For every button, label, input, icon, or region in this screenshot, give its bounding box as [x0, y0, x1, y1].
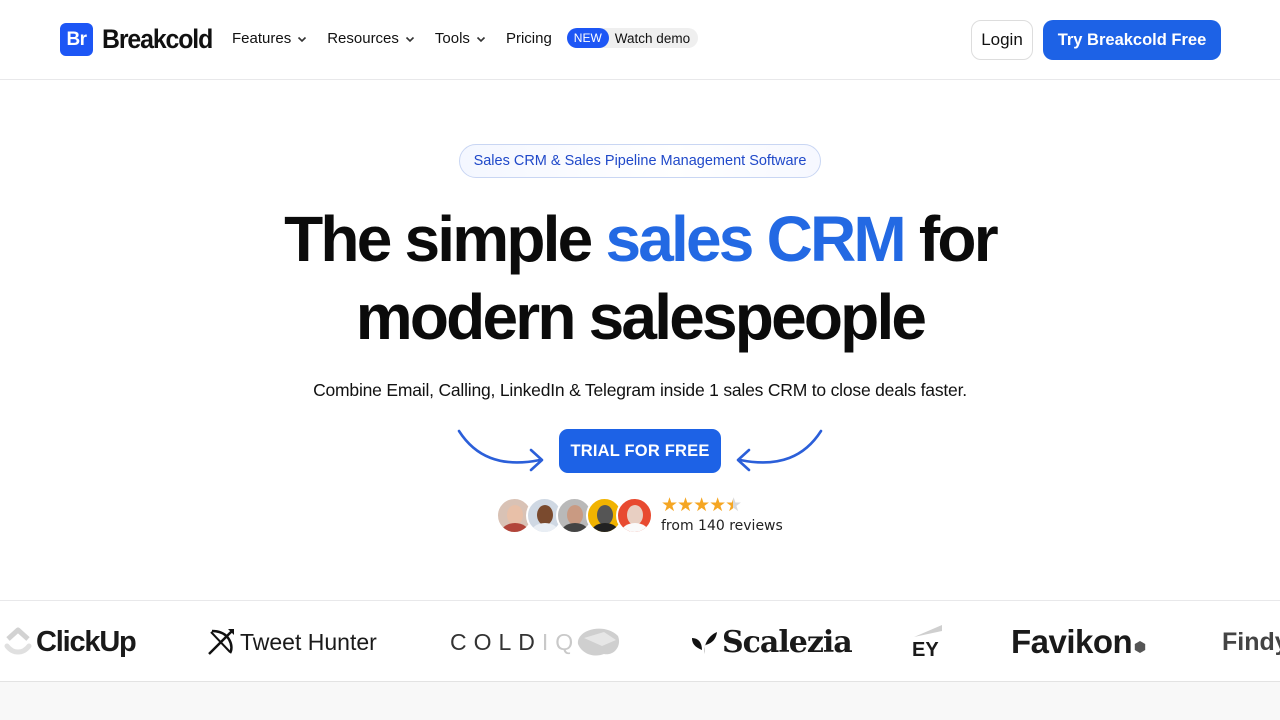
nav-features[interactable]: Features [232, 30, 307, 47]
rating: ★★★★ ★ from 140 reviews [661, 495, 783, 534]
nav-resources[interactable]: Resources [327, 30, 415, 47]
avatar [616, 497, 653, 534]
nav-resources-label: Resources [327, 29, 399, 47]
clickup-text: ClickUp [36, 625, 137, 658]
favikon-logo: Favikon [1011, 601, 1146, 683]
half-star-icon: ★ [725, 495, 742, 516]
scalezia-logo: Scalezia [690, 601, 853, 683]
nav-features-label: Features [232, 29, 292, 47]
reviewer-avatars [496, 497, 653, 534]
try-free-button[interactable]: Try Breakcold Free [1043, 20, 1221, 60]
coldiq-logo: COLD IQ [450, 601, 622, 683]
headline-line2: modern salespeople [355, 281, 927, 353]
ey-text: EY [912, 638, 939, 661]
scalezia-text: Scalezia [722, 624, 853, 660]
tweet-hunter-logo: Tweet Hunter [206, 601, 377, 683]
chevron-down-icon [476, 36, 486, 43]
watch-demo-label: Watch demo [614, 30, 691, 46]
clickup-mark-icon [4, 627, 32, 655]
star-icon: ★★★★ [661, 495, 726, 516]
tagline-pill: Sales CRM & Sales Pipeline Management So… [459, 144, 821, 178]
coldiq-text: COLD [450, 628, 542, 655]
headline-part2: for [903, 203, 999, 275]
findy-text: Findy [1222, 627, 1280, 656]
chevron-down-icon [405, 36, 414, 43]
sprout-icon [692, 632, 717, 654]
nav-pricing-label: Pricing [505, 29, 552, 47]
curved-arrow-right-icon [457, 429, 544, 472]
hero-headline: The simple sales CRM for modern salespeo… [0, 200, 1280, 356]
hexagon-dot-icon [1135, 641, 1146, 653]
star-rating: ★★★★ ★ [661, 495, 783, 516]
new-badge: NEW [566, 28, 609, 48]
findy-logo: Findy [1222, 601, 1280, 683]
clickup-logo: ClickUp [4, 601, 137, 683]
nav-tools[interactable]: Tools [435, 30, 486, 47]
trial-for-free-button[interactable]: TRIAL FOR FREE [559, 429, 721, 473]
login-button[interactable]: Login [971, 20, 1033, 60]
reviews-count: from 140 reviews [661, 518, 783, 534]
ey-beam-icon [914, 624, 942, 637]
ey-logo: EY [912, 601, 942, 683]
nav-links: Features Resources Tools Pricing NEW Wat… [232, 28, 699, 48]
bow-arrow-icon [208, 629, 234, 655]
breakcold-logo[interactable]: Br Breakcold [60, 23, 222, 56]
top-navbar: Br Breakcold Features Resources Tools Pr… [0, 0, 1280, 80]
coldiq-brain-icon [578, 628, 620, 656]
nav-pricing[interactable]: Pricing [506, 30, 552, 47]
logo-text: Breakcold [102, 24, 213, 54]
headline-accent: sales CRM [605, 203, 906, 275]
next-section-background [0, 682, 1280, 720]
logo-mark: Br [60, 23, 93, 56]
customer-logos-strip: ClickUp Tweet Hunter COLDIQ Scalezia EY [0, 600, 1280, 682]
tweet-hunter-text: Tweet Hunter [240, 628, 377, 655]
curved-arrow-left-icon [736, 429, 823, 472]
reviews-block: ★★★★ ★ from 140 reviews [496, 495, 783, 534]
favikon-text: Favikon [1011, 623, 1133, 660]
chevron-down-icon [298, 36, 307, 43]
watch-demo-link[interactable]: NEW Watch demo [566, 28, 699, 48]
nav-tools-label: Tools [434, 29, 470, 47]
headline-part1: The simple [284, 203, 606, 275]
hero-subtitle: Combine Email, Calling, LinkedIn & Teleg… [313, 380, 967, 400]
